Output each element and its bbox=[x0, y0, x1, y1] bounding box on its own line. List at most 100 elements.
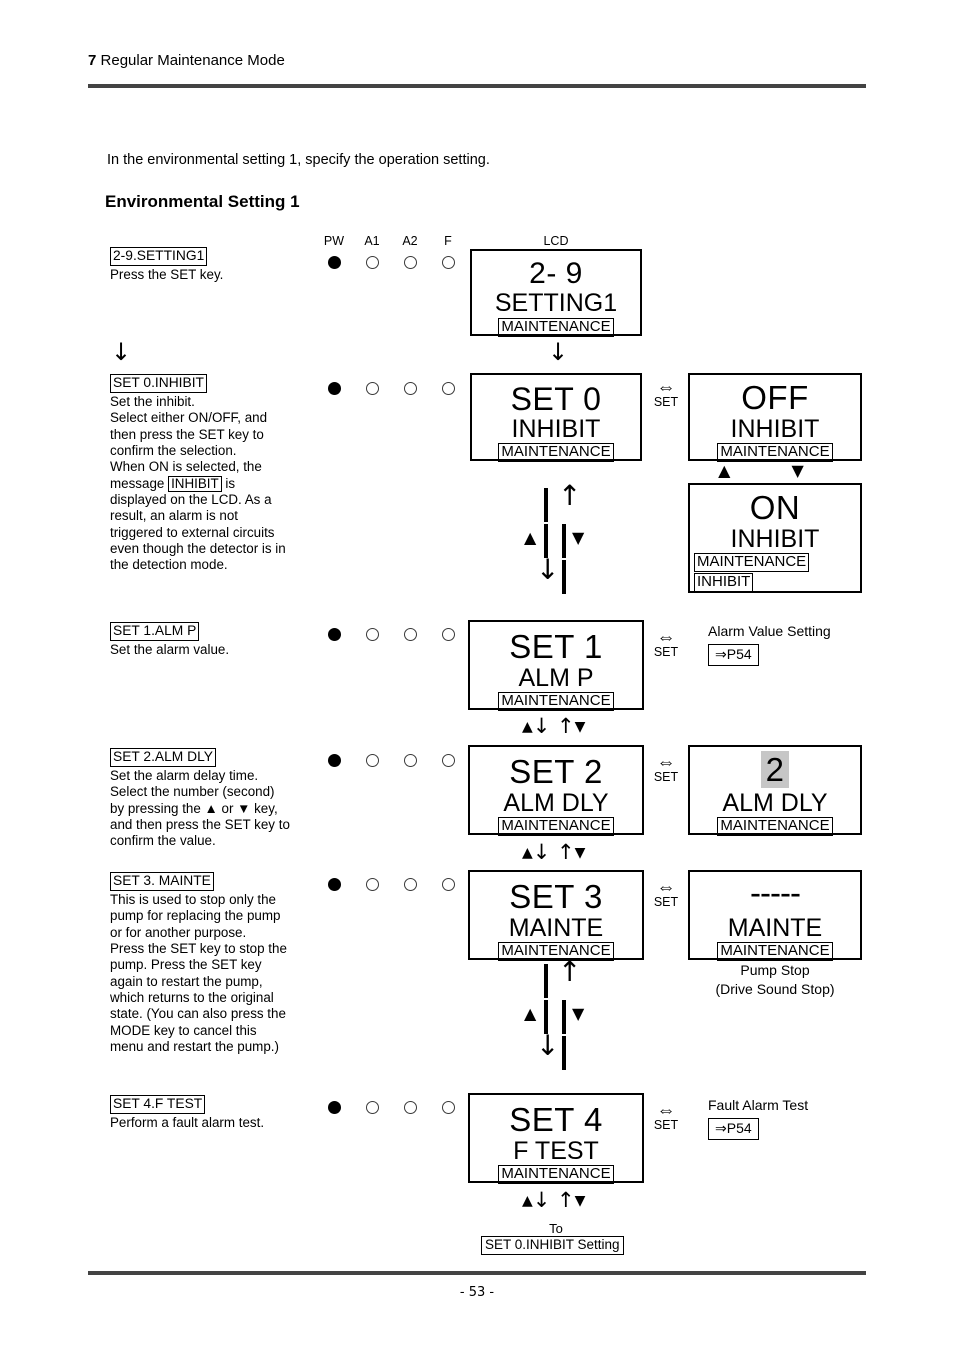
led-pw-step5 bbox=[328, 878, 341, 891]
triangle-down-icon: ▼ bbox=[572, 1004, 585, 1023]
lcd-line1: SET 3 bbox=[509, 878, 603, 915]
triangle-up-icon: ▲ bbox=[522, 719, 533, 735]
led-a1-step3 bbox=[366, 628, 379, 641]
instruction-body: Set the inhibit. Select either ON/OFF, a… bbox=[110, 394, 335, 574]
intro-paragraph: In the environmental setting 1, specify … bbox=[107, 152, 490, 168]
lcd-line1: SET 1 bbox=[509, 628, 603, 665]
instruction-line: Select either ON/OFF, and bbox=[110, 410, 268, 426]
instruction-body: Set the alarm value. bbox=[110, 641, 230, 657]
section-title: Environmental Setting 1 bbox=[105, 192, 300, 211]
triangle-up-icon: ▲ bbox=[522, 1193, 533, 1209]
chapter-number: 7 bbox=[88, 52, 97, 69]
instruction-line: state. (You can also press the bbox=[110, 1006, 286, 1022]
lcd-panel-set1: SET 1 ALM P MAINTENANCE bbox=[468, 620, 644, 711]
instruction-tag: 2-9.SETTING1 bbox=[110, 247, 208, 266]
nav-arrows-set2-set3: ▲↓ ↑▼ bbox=[522, 840, 586, 864]
loop-to-label: To bbox=[549, 1221, 563, 1236]
annotation-line-2: (Drive Sound Stop) bbox=[715, 980, 835, 997]
column-label-pw: PW bbox=[323, 234, 345, 248]
lcd-panel-set4: SET 4 F TEST MAINTENANCE bbox=[468, 1093, 644, 1184]
page-number: - 53 - bbox=[459, 1285, 495, 1300]
set-key-link-set1: ⇔ SET bbox=[646, 628, 686, 659]
led-a1-step6 bbox=[366, 1101, 379, 1114]
set-key-label: SET bbox=[653, 895, 679, 909]
instruction-line: the detection mode. bbox=[110, 557, 228, 573]
lcd-status-line: MAINTENANCE bbox=[470, 942, 642, 961]
set-key-link-set2: ⇔ SET bbox=[646, 753, 686, 784]
instruction-line: pump. Press the SET key bbox=[110, 957, 262, 973]
arrow-down-icon: ↓ bbox=[536, 553, 560, 586]
column-label-a1: A1 bbox=[364, 234, 380, 248]
loop-target-box: SET 0.INHIBIT Setting bbox=[481, 1236, 624, 1256]
lcd-status-line: MAINTENANCE bbox=[690, 942, 860, 961]
led-f-step6 bbox=[442, 1101, 455, 1114]
instruction-block-set0: SET 0.INHIBIT Set the inhibit. Select ei… bbox=[110, 374, 335, 574]
instruction-line: by pressing the ▲ or ▼ key, bbox=[110, 800, 278, 816]
led-a2-step2 bbox=[404, 382, 417, 395]
led-f-step5 bbox=[442, 878, 455, 891]
page-reference-link[interactable]: ⇒P54 bbox=[708, 1117, 759, 1140]
header-rule bbox=[88, 84, 866, 88]
column-label-lcd: LCD bbox=[543, 234, 569, 248]
led-a1-step5 bbox=[366, 878, 379, 891]
led-a1-step1 bbox=[366, 256, 379, 269]
lcd-inhibit-flag: INHIBIT bbox=[690, 573, 860, 592]
lcd-line2: MAINTE bbox=[508, 914, 604, 942]
annotation-pump-stop: Pump Stop (Drive Sound Stop) bbox=[688, 961, 862, 999]
instruction-line: result, an alarm is not bbox=[110, 508, 239, 524]
arrow-down-icon: ↓ bbox=[536, 1029, 560, 1062]
flow-arrow-down-1: ↓ bbox=[111, 338, 132, 366]
led-f-step2 bbox=[442, 382, 455, 395]
lcd-line2: ALM DLY bbox=[722, 789, 828, 817]
nav-arrows-set0-set1: ↑ ▲ ▼ ↓ bbox=[496, 482, 616, 594]
instruction-line: Set the inhibit. bbox=[110, 393, 195, 409]
lcd-panel-set0: SET 0 INHIBIT MAINTENANCE bbox=[470, 373, 642, 462]
instruction-block-setting1: 2-9.SETTING1 Press the SET key. bbox=[110, 247, 335, 283]
instruction-line: This is used to stop only the bbox=[110, 891, 276, 907]
footer-rule bbox=[88, 1271, 866, 1275]
triangle-down-icon: ▼ bbox=[574, 719, 586, 735]
nav-arrows-set3-set4: ↑ ▲ ▼ ↓ bbox=[496, 958, 616, 1070]
annotation-fault-alarm-test: Fault Alarm Test ⇒P54 bbox=[708, 1096, 808, 1140]
led-a1-step2 bbox=[366, 382, 379, 395]
instruction-block-set4: SET 4.F TEST Perform a fault alarm test. bbox=[110, 1095, 335, 1131]
lcd-panel-inhibit-off: OFF INHIBIT MAINTENANCE bbox=[688, 373, 862, 462]
instruction-line: message INHIBIT is bbox=[110, 475, 236, 492]
instruction-line: Select the number (second) bbox=[110, 784, 275, 800]
lcd-line2: MAINTE bbox=[727, 914, 823, 942]
instruction-body: Set the alarm delay time. Select the num… bbox=[110, 768, 335, 850]
instruction-line: MODE key to cancel this bbox=[110, 1022, 257, 1038]
led-a2-step5 bbox=[404, 878, 417, 891]
lcd-panel-mainte-value: ----- MAINTE MAINTENANCE bbox=[688, 870, 862, 961]
set-key-link-set0: ⇔ SET bbox=[646, 378, 686, 409]
annotation-title: Fault Alarm Test bbox=[708, 1097, 809, 1113]
lcd-line1: SET 4 bbox=[509, 1101, 603, 1138]
led-pw-step4 bbox=[328, 754, 341, 767]
led-pw-step6 bbox=[328, 1101, 341, 1114]
lcd-panel-set2: SET 2 ALM DLY MAINTENANCE bbox=[468, 745, 644, 836]
led-pw-step2 bbox=[328, 382, 341, 395]
lcd-line1: 2 bbox=[690, 751, 860, 789]
lcd-status-line: MAINTENANCE bbox=[470, 817, 642, 836]
instruction-line: When ON is selected, the bbox=[110, 459, 262, 475]
lcd-panel-set3: SET 3 MAINTE MAINTENANCE bbox=[468, 870, 644, 961]
instruction-line: or for another purpose. bbox=[110, 924, 247, 940]
blinking-value: 2 bbox=[760, 751, 790, 788]
lcd-line2: F TEST bbox=[513, 1137, 599, 1165]
lcd-line2: INHIBIT bbox=[730, 415, 820, 443]
instruction-line: confirm the selection. bbox=[110, 442, 237, 458]
triangle-up-icon: ▲ bbox=[524, 528, 537, 547]
lcd-line1: SET 2 bbox=[509, 753, 603, 790]
instruction-block-set1: SET 1.ALM P Set the alarm value. bbox=[110, 622, 335, 658]
set-key-label: SET bbox=[653, 770, 679, 784]
page-header: 7 Regular Maintenance Mode bbox=[88, 52, 866, 69]
lcd-status-line: MAINTENANCE bbox=[470, 692, 642, 711]
instruction-line: Set the alarm delay time. bbox=[110, 767, 259, 783]
instruction-line: even though the detector is in bbox=[110, 540, 286, 556]
annotation-title: Alarm Value Setting bbox=[708, 623, 831, 639]
triangle-up-icon: ▲ bbox=[524, 1004, 537, 1023]
page-reference-link[interactable]: ⇒P54 bbox=[708, 643, 759, 666]
led-pw-step1 bbox=[328, 256, 341, 269]
instruction-block-set3: SET 3. MAINTE This is used to stop only … bbox=[110, 872, 335, 1055]
instruction-line: triggered to external circuits bbox=[110, 524, 275, 540]
